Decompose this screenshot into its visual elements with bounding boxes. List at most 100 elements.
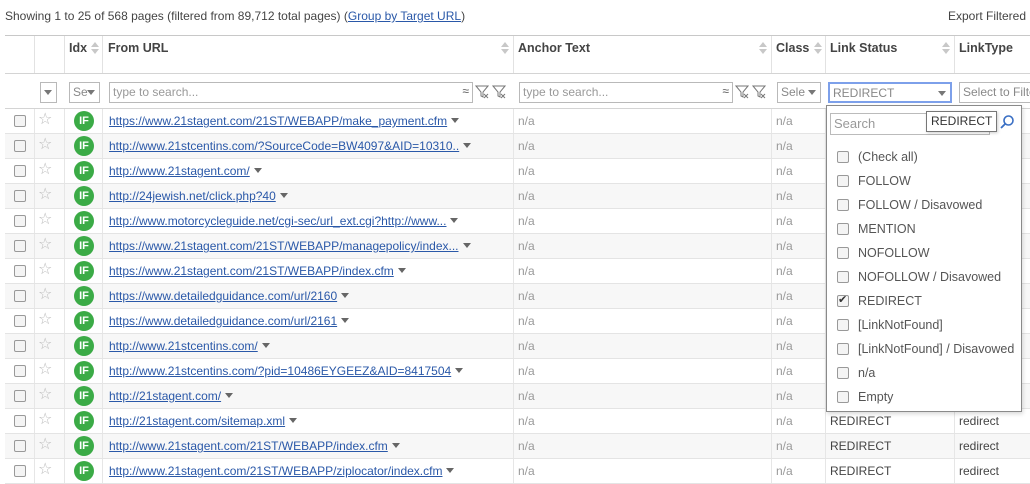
option-checkbox[interactable] (837, 199, 849, 211)
row-checkbox[interactable] (14, 290, 26, 302)
chevron-down-icon[interactable] (391, 443, 400, 448)
search-icon[interactable] (999, 114, 1015, 133)
option-checkbox[interactable] (837, 343, 849, 355)
row-checkbox[interactable] (14, 440, 26, 452)
clear-filter-icon[interactable] (752, 85, 766, 99)
star-icon[interactable]: ☆ (38, 312, 52, 328)
row-checkbox[interactable] (14, 315, 26, 327)
option-checkbox[interactable] (837, 151, 849, 163)
from-url-link[interactable]: http://www.21stagent.com/ (109, 164, 250, 178)
filter-icon[interactable] (735, 85, 749, 99)
link-status-filter[interactable]: REDIRECT (828, 82, 952, 103)
chevron-down-icon[interactable] (279, 193, 288, 198)
from-url-link[interactable]: https://www.21stagent.com/21ST/WEBAPP/ma… (109, 114, 447, 128)
star-icon[interactable]: ☆ (38, 437, 52, 453)
chevron-down-icon[interactable] (463, 143, 472, 148)
table-row[interactable]: ☆ IF http://www.21stagent.com/21ST/WEBAPP/… (5, 434, 1030, 459)
chevron-down-icon[interactable] (450, 218, 459, 223)
chevron-down-icon[interactable] (341, 318, 350, 323)
from-url-link[interactable]: http://www.21stagent.com/21ST/WEBAPP/zip… (109, 464, 442, 478)
star-icon[interactable]: ☆ (38, 412, 52, 428)
star-icon[interactable]: ☆ (38, 187, 52, 203)
link-type-filter[interactable]: Select to Filter (959, 82, 1030, 103)
option-checkbox[interactable] (837, 271, 849, 283)
chevron-down-icon[interactable] (397, 268, 406, 273)
star-icon[interactable]: ☆ (38, 162, 52, 178)
row-checkbox[interactable] (14, 265, 26, 277)
group-by-target-url-link[interactable]: Group by Target URL (348, 9, 461, 23)
star-icon[interactable]: ☆ (38, 337, 52, 353)
chevron-down-icon[interactable] (225, 393, 234, 398)
row-checkbox[interactable] (14, 140, 26, 152)
star-icon[interactable]: ☆ (38, 387, 52, 403)
chevron-down-icon[interactable] (446, 468, 455, 473)
clear-filter-icon[interactable] (492, 85, 506, 99)
chevron-down-icon[interactable] (253, 168, 262, 173)
from-url-link[interactable]: https://www.21stagent.com/21ST/WEBAPP/ma… (109, 239, 459, 253)
row-checkbox[interactable] (14, 115, 26, 127)
header-link-type[interactable]: LinkType (955, 36, 1030, 73)
option-checkbox[interactable] (837, 223, 849, 235)
from-url-link[interactable]: http://www.21stcentins.com/?SourceCode=B… (109, 139, 459, 153)
sort-icon[interactable] (759, 42, 767, 56)
from-url-link[interactable]: http://21stagent.com/sitemap.xml (109, 414, 285, 428)
from-url-link[interactable]: http://www.21stcentins.com/?pid=10486EYG… (109, 364, 451, 378)
chevron-down-icon[interactable] (451, 118, 460, 123)
row-checkbox[interactable] (14, 215, 26, 227)
from-url-link[interactable]: http://24jewish.net/click.php?40 (109, 189, 276, 203)
sort-icon[interactable] (942, 42, 950, 56)
from-url-link[interactable]: http://21stagent.com/ (109, 389, 221, 403)
star-icon[interactable]: ☆ (38, 237, 52, 253)
header-from-url[interactable]: From URL (103, 36, 514, 73)
row-checkbox[interactable] (14, 190, 26, 202)
from-url-link[interactable]: https://www.21stagent.com/21ST/WEBAPP/in… (109, 264, 394, 278)
star-icon[interactable]: ☆ (38, 287, 52, 303)
table-row[interactable]: ☆ IF http://www.21stagent.com/21ST/WEBAPP/… (5, 459, 1030, 484)
table-row[interactable]: ☆ IF http://21stagent.com/sitemap.xml n/a n/… (5, 409, 1030, 434)
row-checkbox[interactable] (14, 465, 26, 477)
class-filter[interactable]: Sele (777, 82, 821, 103)
option-checkbox[interactable] (837, 319, 849, 331)
option-checkbox[interactable] (837, 293, 849, 307)
from-url-link[interactable]: https://www.detailedguidance.com/url/216… (109, 289, 337, 303)
star-icon[interactable]: ☆ (38, 362, 52, 378)
chevron-down-icon[interactable] (455, 368, 464, 373)
from-url-link[interactable]: http://www.21stcentins.com/ (109, 339, 258, 353)
row-checkbox[interactable] (14, 415, 26, 427)
star-icon[interactable]: ☆ (38, 212, 52, 228)
row-checkbox[interactable] (14, 165, 26, 177)
option-checkbox[interactable] (837, 391, 849, 403)
approx-icon[interactable]: ≈ (722, 84, 729, 98)
from-url-link[interactable]: http://www.21stagent.com/21ST/WEBAPP/ind… (109, 439, 388, 453)
chevron-down-icon[interactable] (341, 293, 350, 298)
anchor-search-input[interactable]: type to search... ≈ (519, 82, 733, 103)
header-anchor-text[interactable]: Anchor Text (514, 36, 772, 73)
option-checkbox[interactable] (837, 367, 849, 379)
header-class[interactable]: Class (772, 36, 826, 73)
sort-icon[interactable] (501, 42, 509, 56)
sort-icon[interactable] (91, 42, 99, 56)
select-all-dropdown[interactable] (40, 82, 57, 103)
row-checkbox[interactable] (14, 390, 26, 402)
chevron-down-icon[interactable] (261, 343, 270, 348)
from-url-search-input[interactable]: type to search... ≈ (109, 82, 473, 103)
star-icon[interactable]: ☆ (38, 137, 52, 153)
export-filtered-button[interactable]: Export Filtered (948, 9, 1026, 23)
star-icon[interactable]: ☆ (38, 112, 52, 128)
filter-icon[interactable] (475, 85, 489, 99)
star-icon[interactable]: ☆ (38, 462, 52, 478)
idx-filter[interactable]: Se (69, 82, 100, 103)
chevron-down-icon[interactable] (462, 243, 471, 248)
option-checkbox[interactable] (837, 175, 849, 187)
sort-icon[interactable] (814, 42, 822, 56)
header-link-status[interactable]: Link Status (826, 36, 955, 73)
star-icon[interactable]: ☆ (38, 262, 52, 278)
row-checkbox[interactable] (14, 240, 26, 252)
row-checkbox[interactable] (14, 365, 26, 377)
header-idx[interactable]: Idx (65, 36, 103, 73)
approx-icon[interactable]: ≈ (462, 84, 469, 98)
chevron-down-icon[interactable] (289, 418, 298, 423)
option-checkbox[interactable] (837, 247, 849, 259)
row-checkbox[interactable] (14, 340, 26, 352)
from-url-link[interactable]: http://www.motorcycleguide.net/cgi-sec/u… (109, 214, 446, 228)
